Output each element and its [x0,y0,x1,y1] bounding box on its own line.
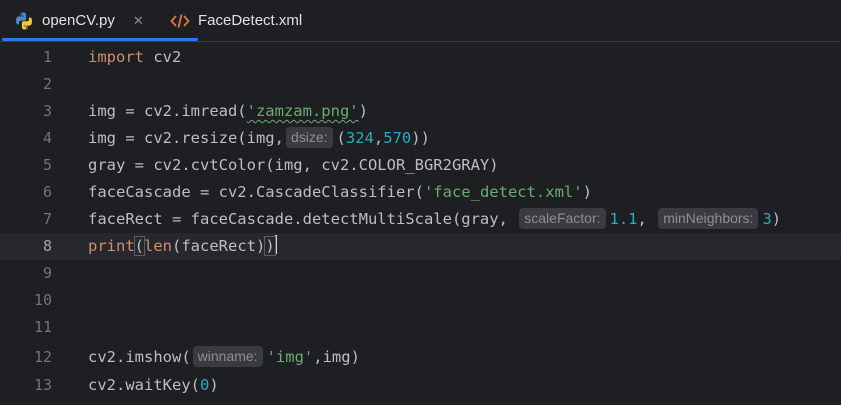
line-number: 5 [42,156,52,174]
code-line: 11 [0,314,841,341]
code-line: 5 gray = cv2.cvtColor(img, cv2.COLOR_BGR… [0,152,841,179]
line-number: 9 [42,264,52,282]
string-literal: 'face_detect.xml' [423,183,583,201]
close-icon[interactable]: ✕ [133,13,144,29]
code-text: cv2.imshow(winname:'img',img) [88,346,360,367]
code-line: 3 img = cv2.imread('zamzam.png') [0,98,841,125]
parameter-hint: minNeighbors: [658,208,759,229]
parameter-hint: dsize: [285,127,333,148]
string-literal: 'zamzam.png' [246,102,359,120]
tab-opencv-py[interactable]: openCV.py ✕ [14,0,144,41]
code-text: import cv2 [88,48,182,66]
code-line: 10 [0,287,841,314]
code-text: img = cv2.resize(img, dsize: (324,570)) [88,127,430,148]
code-text: cv2.waitKey(0) [88,376,219,394]
current-code-line: 8 print(len(faceRect)) [0,233,841,260]
tab-facedetect-xml[interactable]: FaceDetect.xml [170,0,302,41]
parameter-hint: scaleFactor: [519,208,606,229]
line-number: 6 [42,183,52,201]
code-line: 1 import cv2 [0,44,841,71]
code-text: print(len(faceRect)) [88,235,277,256]
parameter-hint: winname: [192,346,263,367]
code-text: faceRect = faceCascade.detectMultiScale(… [88,208,782,229]
tab-label: openCV.py [42,12,115,29]
code-text: faceCascade = cv2.CascadeClassifier('fac… [88,183,592,201]
code-line: 13 cv2.waitKey(0) [0,372,841,399]
code-text: img = cv2.imread('zamzam.png') [88,102,368,120]
code-editor[interactable]: 1 import cv2 2 3 img = cv2.imread('zamza… [0,42,841,405]
code-line: 9 [0,260,841,287]
code-line: 7 faceRect = faceCascade.detectMultiScal… [0,206,841,233]
text-cursor [274,235,277,254]
code-line: 6 faceCascade = cv2.CascadeClassifier('f… [0,179,841,206]
line-number: 10 [33,291,52,309]
line-number: 11 [33,318,52,336]
editor-tab-bar: openCV.py ✕ FaceDetect.xml [0,0,841,42]
line-number: 8 [42,237,52,255]
tab-label: FaceDetect.xml [198,12,303,29]
code-line: 12 cv2.imshow(winname:'img',img) [0,344,841,371]
string-literal: 'img' [266,348,314,366]
line-number: 12 [33,348,52,366]
line-number: 13 [33,376,52,394]
line-number: 1 [42,48,52,66]
python-file-icon [16,12,32,29]
line-number: 7 [42,210,52,228]
line-number: 4 [42,129,52,147]
active-tab-indicator [2,38,198,41]
line-number: 2 [42,75,52,93]
code-line: 4 img = cv2.resize(img, dsize: (324,570)) [0,125,841,152]
xml-file-icon [170,13,190,28]
line-number: 3 [42,102,52,120]
code-text: gray = cv2.cvtColor(img, cv2.COLOR_BGR2G… [88,156,499,174]
code-line: 2 [0,71,841,98]
